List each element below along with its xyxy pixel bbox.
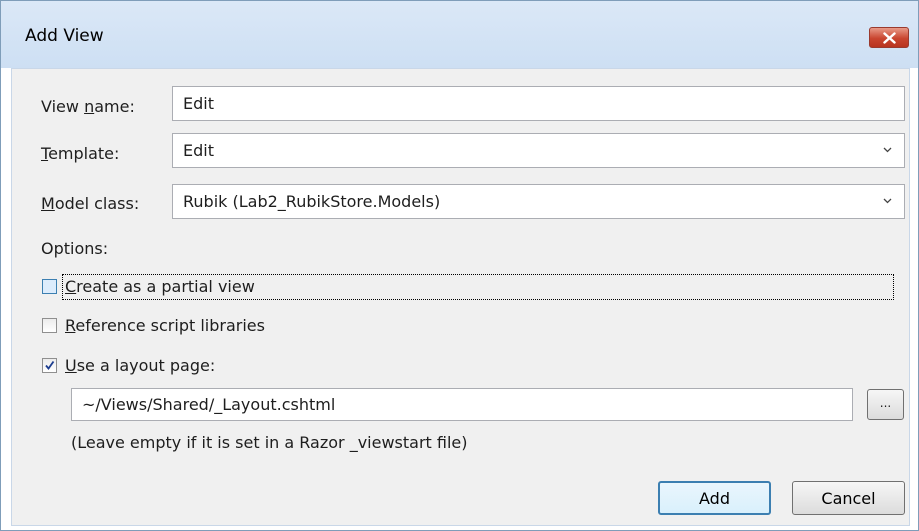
template-label: Template:	[41, 144, 120, 163]
view-name-value: Edit	[183, 94, 214, 113]
add-button[interactable]: Add	[658, 481, 771, 515]
cancel-button[interactable]: Cancel	[792, 481, 905, 515]
close-button[interactable]	[869, 27, 909, 48]
chevron-down-icon	[883, 147, 892, 153]
template-select[interactable]: Edit	[172, 133, 905, 168]
use-layout-label[interactable]: Use a layout page:	[65, 356, 215, 375]
model-class-select[interactable]: Rubik (Lab2_RubikStore.Models)	[172, 184, 905, 219]
model-class-value: Rubik (Lab2_RubikStore.Models)	[183, 192, 441, 211]
layout-path-input[interactable]: ~/Views/Shared/_Layout.cshtml	[71, 388, 853, 421]
partial-view-label[interactable]: Create as a partial view	[65, 277, 255, 296]
dialog-title: Add View	[25, 26, 104, 46]
view-name-label: View name:	[41, 97, 135, 116]
chevron-down-icon	[883, 198, 892, 204]
title-bar[interactable]: Add View	[1, 1, 918, 68]
browse-label: ...	[879, 396, 892, 410]
reference-scripts-label[interactable]: Reference script libraries	[65, 316, 265, 335]
model-class-label: Model class:	[41, 194, 140, 213]
add-view-dialog: Add View View name: Edit Template: Edit …	[0, 0, 919, 531]
cancel-button-label: Cancel	[821, 488, 876, 508]
layout-path-value: ~/Views/Shared/_Layout.cshtml	[82, 395, 336, 414]
checkmark-icon	[45, 360, 55, 370]
partial-view-checkbox[interactable]	[42, 279, 57, 294]
template-value: Edit	[183, 141, 214, 160]
dialog-body: View name: Edit Template: Edit Model cla…	[11, 68, 910, 526]
browse-button[interactable]: ...	[867, 389, 904, 420]
close-icon	[883, 32, 896, 44]
use-layout-checkbox[interactable]	[42, 358, 57, 373]
view-name-input[interactable]: Edit	[172, 86, 905, 121]
add-button-label: Add	[699, 488, 730, 508]
options-label: Options:	[41, 239, 109, 258]
reference-scripts-checkbox[interactable]	[42, 318, 57, 333]
layout-hint: (Leave empty if it is set in a Razor _vi…	[71, 433, 468, 452]
